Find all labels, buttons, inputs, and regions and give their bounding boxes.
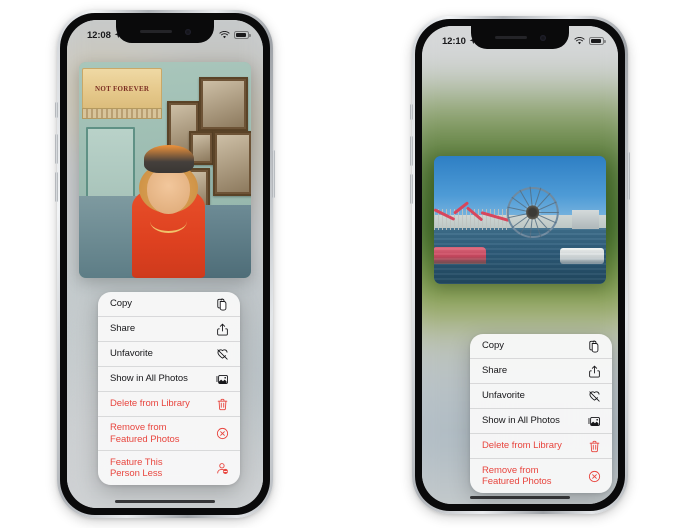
phone-right-screen: 12:10 Copy Share Unfavorite Show in All … <box>422 26 618 504</box>
circle-x-icon <box>216 427 229 440</box>
menu-item-label: Copy <box>482 340 504 352</box>
menu-item-remove-from-featured-photos[interactable]: Remove from Featured Photos <box>98 417 240 451</box>
photo-sign-text: NOT FOREVER <box>82 68 162 110</box>
trash-icon <box>216 398 229 411</box>
menu-item-copy[interactable]: Copy <box>470 334 612 359</box>
photo-stack-icon <box>216 373 229 386</box>
copy-icon <box>588 340 601 353</box>
heart-slash-icon <box>216 348 229 361</box>
menu-item-unfavorite[interactable]: Unfavorite <box>470 384 612 409</box>
phone-left-bezel: 12:08 NOT FOREVER Copy Share Unfavorite … <box>60 13 270 515</box>
power-button[interactable] <box>627 152 630 200</box>
volume-up-button[interactable] <box>410 136 413 166</box>
share-icon <box>216 323 229 336</box>
menu-item-delete-from-library[interactable]: Delete from Library <box>98 392 240 417</box>
menu-item-show-in-all-photos[interactable]: Show in All Photos <box>470 409 612 434</box>
menu-item-label: Remove from Featured Photos <box>482 464 552 487</box>
trash-icon <box>588 440 601 453</box>
menu-item-share[interactable]: Share <box>470 359 612 384</box>
featured-photo-person[interactable]: NOT FOREVER <box>79 62 251 278</box>
menu-item-share[interactable]: Share <box>98 317 240 342</box>
menu-item-label: Unfavorite <box>482 390 525 402</box>
front-camera-icon <box>184 28 191 35</box>
menu-item-label: Show in All Photos <box>482 415 560 427</box>
screenshot-stage: 12:08 NOT FOREVER Copy Share Unfavorite … <box>0 0 700 528</box>
front-camera-icon <box>539 34 546 41</box>
earpiece-speaker <box>139 29 172 34</box>
menu-item-label: Feature This Person Less <box>110 456 163 479</box>
menu-item-label: Unfavorite <box>110 348 153 360</box>
menu-item-label: Delete from Library <box>110 398 190 410</box>
status-time: 12:08 <box>87 29 111 41</box>
silent-switch[interactable] <box>410 104 413 120</box>
heart-slash-icon <box>588 390 601 403</box>
copy-icon <box>216 298 229 311</box>
menu-item-label: Remove from Featured Photos <box>110 422 180 445</box>
menu-item-label: Share <box>110 323 136 335</box>
menu-item-feature-this-person-less[interactable]: Feature This Person Less <box>98 451 240 485</box>
status-time: 12:10 <box>442 35 466 47</box>
menu-item-copy[interactable]: Copy <box>98 292 240 317</box>
notch <box>116 20 214 43</box>
volume-up-button[interactable] <box>55 134 58 164</box>
phone-right: 12:10 Copy Share Unfavorite Show in All … <box>410 16 630 514</box>
wifi-icon <box>574 36 585 46</box>
earpiece-speaker <box>494 35 527 40</box>
menu-item-label: Delete from Library <box>482 440 562 452</box>
menu-item-show-in-all-photos[interactable]: Show in All Photos <box>98 367 240 392</box>
phone-left-screen: 12:08 NOT FOREVER Copy Share Unfavorite … <box>67 20 263 508</box>
menu-item-remove-from-featured-photos[interactable]: Remove from Featured Photos <box>470 459 612 493</box>
person-minus-icon <box>216 462 229 475</box>
circle-x-icon <box>588 470 601 483</box>
phone-right-bezel: 12:10 Copy Share Unfavorite Show in All … <box>415 19 625 511</box>
silent-switch[interactable] <box>55 102 58 118</box>
power-button[interactable] <box>272 150 275 198</box>
home-indicator[interactable] <box>470 495 570 499</box>
share-icon <box>588 365 601 378</box>
menu-item-label: Show in All Photos <box>110 373 188 385</box>
menu-item-unfavorite[interactable]: Unfavorite <box>98 342 240 367</box>
home-indicator[interactable] <box>115 499 215 503</box>
featured-photo-pier[interactable] <box>434 156 606 284</box>
menu-item-delete-from-library[interactable]: Delete from Library <box>470 434 612 459</box>
battery-icon <box>589 37 606 45</box>
wifi-icon <box>219 30 230 40</box>
battery-icon <box>234 31 251 39</box>
context-menu-left[interactable]: Copy Share Unfavorite Show in All Photos… <box>98 292 240 485</box>
notch <box>471 26 569 49</box>
context-menu-right[interactable]: Copy Share Unfavorite Show in All Photos… <box>470 334 612 493</box>
volume-down-button[interactable] <box>410 174 413 204</box>
menu-item-label: Copy <box>110 298 132 310</box>
menu-item-label: Share <box>482 365 508 377</box>
phone-left: 12:08 NOT FOREVER Copy Share Unfavorite … <box>55 10 275 518</box>
volume-down-button[interactable] <box>55 172 58 202</box>
photo-stack-icon <box>588 415 601 428</box>
